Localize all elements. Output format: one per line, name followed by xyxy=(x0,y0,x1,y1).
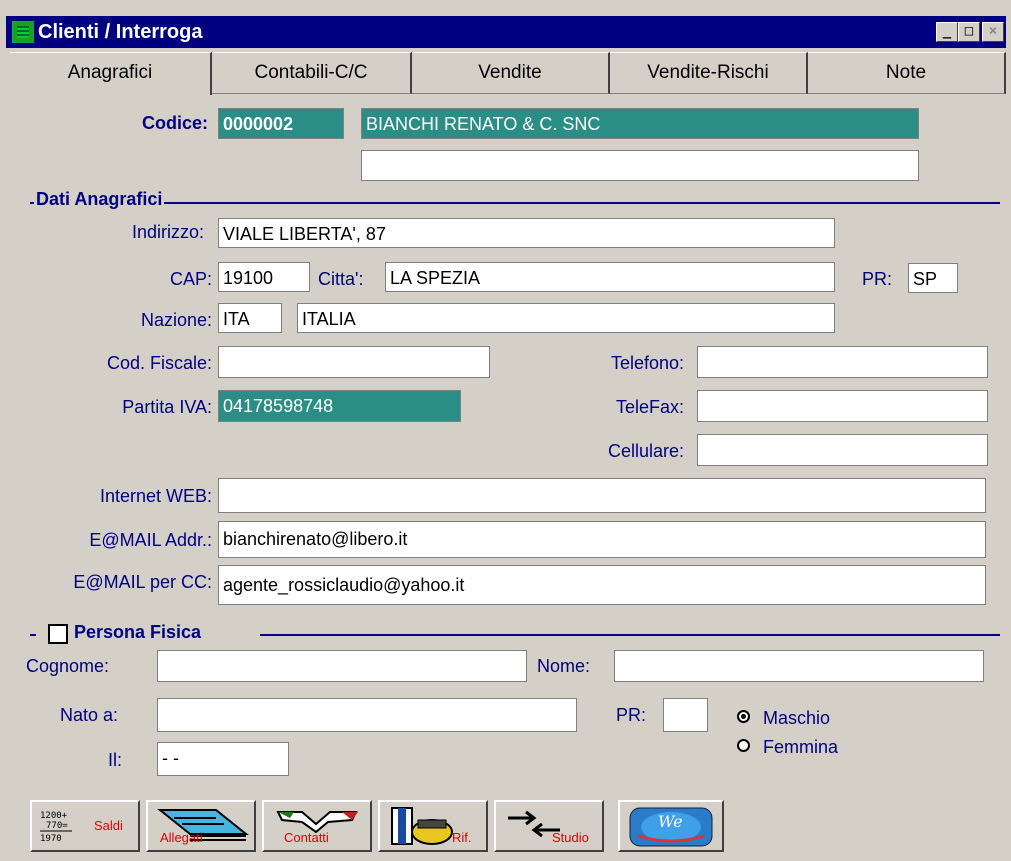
email-label: E@MAIL Addr.: xyxy=(89,530,212,550)
studio-label: Studio xyxy=(552,830,589,845)
saldi-button[interactable]: 1200+ 770= 1970 Saldi xyxy=(30,800,140,852)
email-cc-label: E@MAIL per CC: xyxy=(73,572,212,592)
cellulare-label: Cellulare: xyxy=(607,441,684,461)
close-button[interactable]: × xyxy=(982,22,1004,42)
dati-anagrafici-title: Dati Anagrafici xyxy=(34,189,165,210)
maximize-button[interactable]: □ xyxy=(958,22,980,42)
section-divider xyxy=(30,202,1000,204)
cellulare-field[interactable] xyxy=(697,434,988,466)
cognome-field[interactable] xyxy=(157,650,527,682)
tab-anagrafici[interactable]: Anagrafici xyxy=(10,52,212,95)
cap-field[interactable]: 19100 xyxy=(218,262,310,292)
app-icon xyxy=(12,21,34,43)
internet-web-label: Internet WEB: xyxy=(99,486,212,506)
window: Clienti / Interroga _ □ × Anagrafici Con… xyxy=(0,0,1011,861)
riferimenti-button[interactable]: Rif. xyxy=(378,800,488,852)
nazione-label: Nazione: xyxy=(140,310,212,330)
nazione-code-field[interactable]: ITA xyxy=(218,303,282,333)
telefax-label: TeleFax: xyxy=(615,397,684,417)
contatti-label: Contatti xyxy=(284,830,329,845)
web-button[interactable]: We xyxy=(618,800,724,852)
allegati-label: Allegati xyxy=(160,830,203,845)
nazione-name-field[interactable]: ITALIA xyxy=(297,303,835,333)
telefax-field[interactable] xyxy=(697,390,988,422)
svg-text:1200+: 1200+ xyxy=(40,811,68,821)
nato-pr-field[interactable] xyxy=(663,698,708,732)
codice-label: Codice: xyxy=(141,113,208,133)
persona-fisica-title: Persona Fisica xyxy=(72,622,204,643)
allegati-button[interactable]: Allegati xyxy=(146,800,256,852)
cod-fiscale-label: Cod. Fiscale: xyxy=(106,353,212,373)
title-bar[interactable]: Clienti / Interroga _ □ × xyxy=(6,16,1006,48)
svg-text:1970: 1970 xyxy=(40,834,62,844)
tab-note[interactable]: Note xyxy=(808,52,1006,94)
email-field[interactable]: bianchirenato@libero.it xyxy=(218,521,986,558)
saldi-label: Saldi xyxy=(94,818,123,833)
nato-pr-label: PR: xyxy=(616,705,647,725)
codice-field[interactable]: 0000002 xyxy=(218,108,344,139)
telefono-label: Telefono: xyxy=(610,353,684,373)
ragione-sociale-2-field[interactable] xyxy=(361,150,919,181)
radio-femmina-button[interactable] xyxy=(737,739,750,752)
cognome-label: Cognome: xyxy=(26,656,110,676)
radio-femmina[interactable]: Femmina xyxy=(737,735,907,759)
rif-label: Rif. xyxy=(452,830,472,845)
indirizzo-field[interactable]: VIALE LIBERTA', 87 xyxy=(218,218,835,248)
radio-femmina-label: Femmina xyxy=(763,737,839,757)
telefono-field[interactable] xyxy=(697,346,988,378)
window-title: Clienti / Interroga xyxy=(38,21,203,43)
nato-label: Nato a: xyxy=(60,705,119,725)
partita-iva-field[interactable]: 04178598748 xyxy=(218,390,461,422)
internet-web-field[interactable] xyxy=(218,478,986,513)
nome-label: Nome: xyxy=(537,656,591,676)
persona-fisica-header: Persona Fisica xyxy=(36,622,260,648)
contatti-button[interactable]: Contatti xyxy=(262,800,372,852)
web-logo-label: We xyxy=(658,812,683,831)
saldi-icon: 1200+ 770= 1970 xyxy=(40,811,72,844)
nato-field[interactable] xyxy=(157,698,577,732)
indirizzo-label: Indirizzo: xyxy=(131,222,204,242)
telephone-icon xyxy=(391,807,453,845)
il-field[interactable]: - - xyxy=(157,742,289,776)
radio-maschio[interactable]: Maschio xyxy=(737,706,907,730)
partita-iva-label: Partita IVA: xyxy=(122,397,212,417)
tab-vendite-rischi[interactable]: Vendite-Rischi xyxy=(610,52,808,94)
persona-fisica-checkbox[interactable] xyxy=(48,624,68,644)
il-label: Il: xyxy=(108,750,123,770)
citta-label: Citta': xyxy=(318,269,364,289)
cod-fiscale-field[interactable] xyxy=(218,346,490,378)
radio-maschio-label: Maschio xyxy=(763,708,831,728)
nome-field[interactable] xyxy=(614,650,984,682)
cap-label: CAP: xyxy=(169,269,212,289)
pr-field[interactable]: SP xyxy=(908,263,958,293)
tab-vendite[interactable]: Vendite xyxy=(412,52,610,94)
ragione-sociale-field[interactable]: BIANCHI RENATO & C. SNC xyxy=(361,108,919,139)
pr-label: PR: xyxy=(862,269,893,289)
citta-field[interactable]: LA SPEZIA xyxy=(385,262,835,292)
svg-text:770=: 770= xyxy=(46,821,68,831)
email-cc-field[interactable]: agente_rossiclaudio@yahoo.it xyxy=(218,565,986,605)
minimize-button[interactable]: _ xyxy=(936,22,958,42)
tab-contabili-cc[interactable]: Contabili-C/C xyxy=(212,52,412,94)
studio-button[interactable]: Studio xyxy=(494,800,604,852)
radio-maschio-button[interactable] xyxy=(737,710,750,723)
